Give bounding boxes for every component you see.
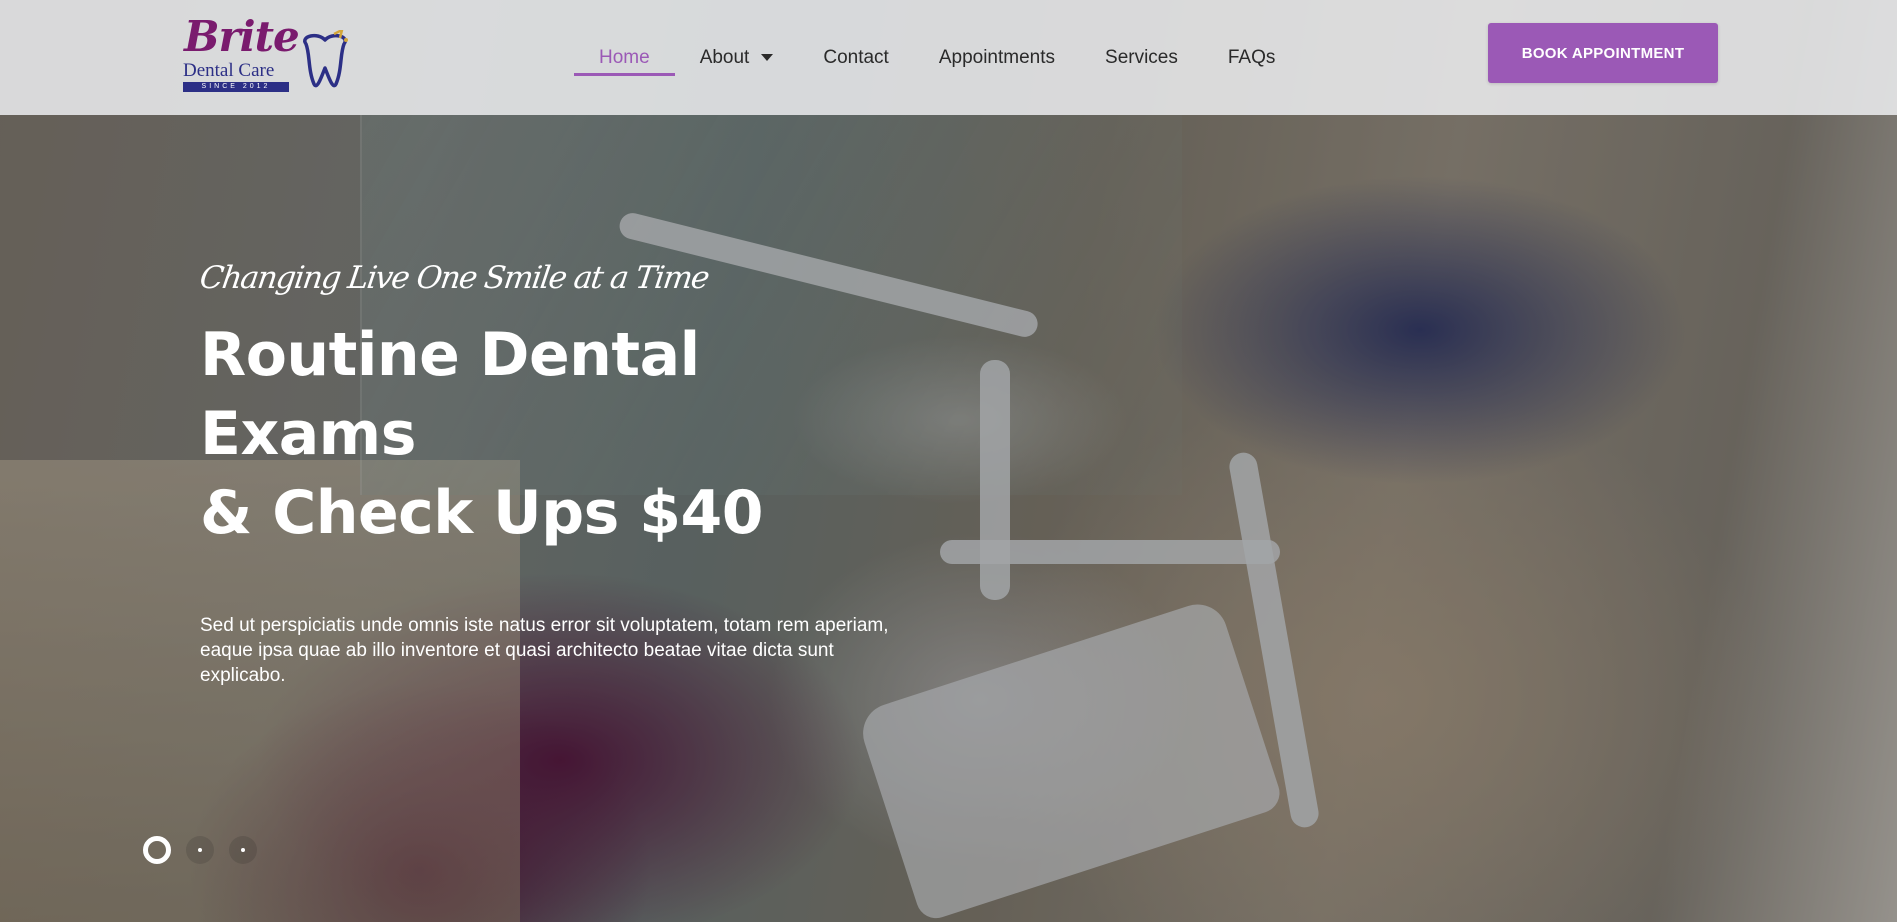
hero-headline-line-1: Routine Dental Exams [200, 320, 700, 469]
nav-item-label: Home [599, 46, 650, 68]
chevron-down-icon [761, 54, 774, 61]
book-appointment-button[interactable]: BOOK APPOINTMENT [1488, 23, 1718, 83]
hero-description: Sed ut perspiciatis unde omnis iste natu… [200, 615, 889, 686]
hero-headline: Routine Dental Exams & Check Ups $40 [200, 316, 920, 553]
hero-tagline: Changing Live One Smile at a Time [197, 260, 711, 296]
hero-headline-line-2: & Check Ups $40 [200, 478, 764, 548]
nav-item-label: Appointments [938, 46, 1056, 68]
nav-item-label: About [699, 46, 750, 68]
brand-logo[interactable]: Brite Dental Care SINCE 2012 [178, 12, 358, 94]
nav-item-label: Services [1105, 46, 1178, 68]
slider-dot-3[interactable] [229, 836, 257, 864]
nav-item-services[interactable]: Services [1080, 0, 1203, 115]
logo-subtitle: Dental Care [183, 60, 275, 81]
slider-dot-2[interactable] [186, 836, 214, 864]
logo-since-banner: SINCE 2012 [183, 82, 289, 92]
nav-item-faqs[interactable]: FAQs [1203, 0, 1301, 115]
nav-item-appointments[interactable]: Appointments [914, 0, 1080, 115]
nav-item-label: FAQs [1227, 46, 1276, 68]
logo-wordmark: Brite [184, 12, 300, 61]
main-nav: Home About Contact Appointments Services… [574, 0, 1300, 115]
nav-item-about[interactable]: About [675, 0, 799, 115]
tooth-icon [303, 30, 348, 88]
slider-pagination [143, 836, 272, 864]
page: Brite Dental Care SINCE 2012 Home About … [0, 0, 1897, 922]
nav-item-label: Contact [823, 46, 889, 68]
nav-item-home[interactable]: Home [574, 0, 675, 115]
hero-content: Changing Live One Smile at a Time Routin… [197, 260, 920, 688]
site-header: Brite Dental Care SINCE 2012 Home About … [0, 0, 1897, 115]
slider-dot-1[interactable] [143, 836, 171, 864]
nav-item-contact[interactable]: Contact [798, 0, 913, 115]
